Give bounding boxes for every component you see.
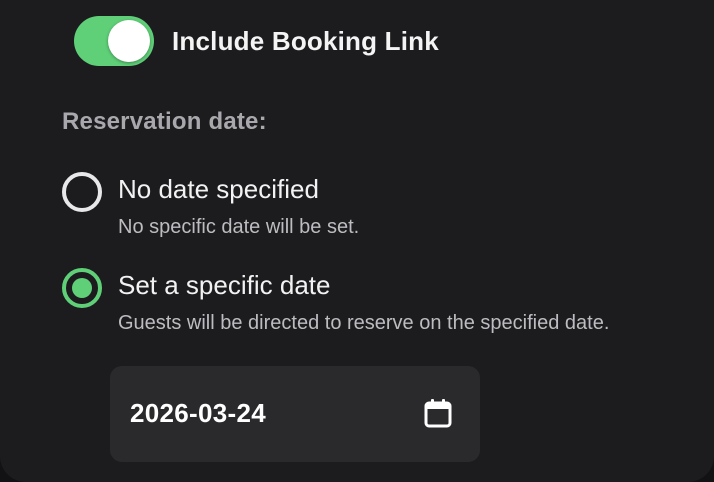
radio-no-date[interactable] [62, 172, 102, 212]
radio-selected-dot [72, 278, 92, 298]
calendar-icon[interactable] [424, 398, 452, 428]
booking-link-toggle[interactable] [74, 16, 154, 66]
date-input[interactable]: 2026-03-24 [110, 366, 480, 462]
booking-link-toggle-label: Include Booking Link [172, 25, 439, 56]
option-no-date-description: No specific date will be set. [118, 216, 360, 238]
booking-settings-panel: Include Booking Link Reservation date: N… [0, 0, 714, 482]
option-specific-date-title: Set a specific date [118, 270, 331, 300]
toggle-knob [108, 20, 150, 62]
date-input-value[interactable]: 2026-03-24 [130, 398, 266, 429]
radio-specific-date[interactable] [62, 268, 102, 308]
booking-link-toggle-row: Include Booking Link [74, 16, 439, 66]
reservation-date-label: Reservation date: [62, 108, 267, 135]
option-specific-date-description: Guests will be directed to reserve on th… [118, 312, 610, 334]
option-no-date-title: No date specified [118, 174, 319, 204]
